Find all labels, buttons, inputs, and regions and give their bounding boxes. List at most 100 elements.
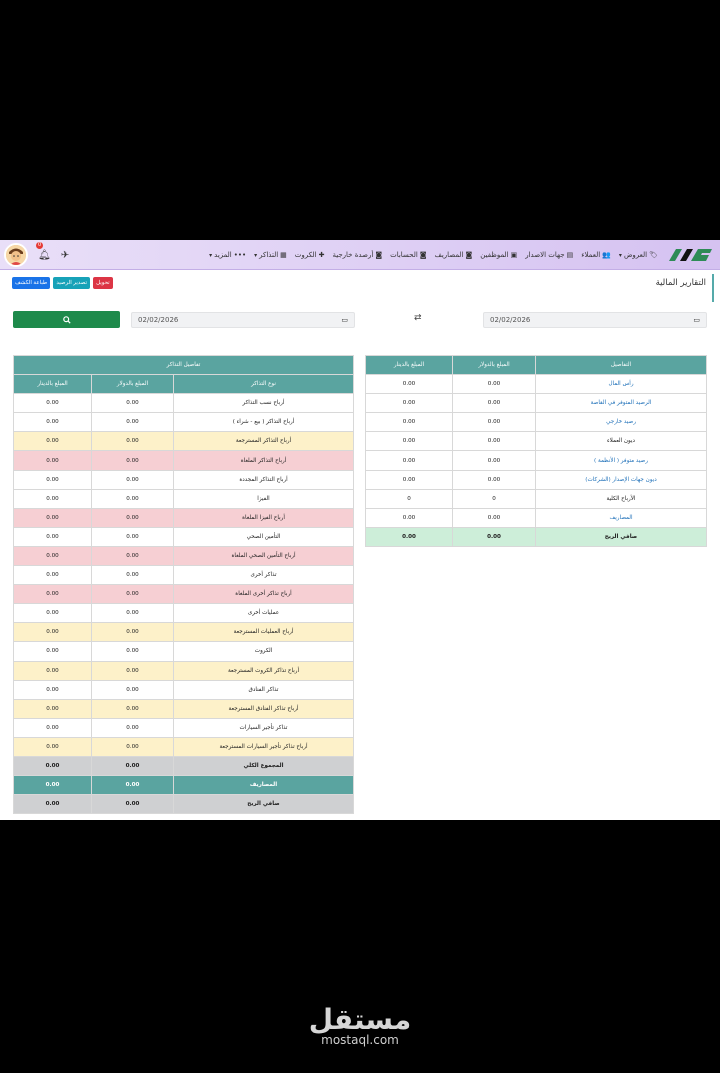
usd-cell: 0.00	[91, 641, 174, 662]
usd-cell: 0.00	[91, 717, 174, 738]
detail-label[interactable]: رأس المال	[535, 374, 707, 395]
nav-item-7[interactable]: ✚ الكروت	[295, 251, 325, 259]
usd-cell: 0.00	[91, 603, 174, 624]
table-row: 0.00 0.00 الرصيد المتوفر في القاصة	[365, 393, 707, 414]
ticket-type-label: أرباح تذاكر الفنادق المسترجعة	[173, 698, 354, 719]
ellipsis-icon: •••	[233, 251, 247, 259]
iqd-cell: 0.00	[13, 526, 92, 547]
table-row: 0.00 0.00 تذاكر أخرى	[13, 565, 354, 586]
company-logo[interactable]	[668, 246, 714, 264]
nav-item-label: الكروت	[294, 251, 317, 259]
col-header-ticket-type: نوع التذاكر	[173, 374, 354, 395]
nav-item-2[interactable]: ▤ جهات الاصدار	[525, 251, 573, 259]
usd-cell: 0.00	[452, 450, 536, 471]
table-row: 0.00 0.00 أرباح تذاكر تأجير السيارات المست…	[13, 736, 354, 757]
notification-badge: 0	[36, 241, 44, 249]
usd-cell: 0.00	[91, 565, 174, 586]
col-header-details: التفاصيل	[535, 354, 707, 376]
date-filter-row: 02/02/2026 ▭ ⇄ 02/02/2026 ▭	[0, 310, 720, 330]
nav-item-0[interactable]: 🏷 العروض ▾	[619, 251, 658, 259]
table-row: 0.00 0.00 أرباح نسب التذاكر	[13, 393, 354, 414]
usd-cell: 0.00	[91, 736, 174, 757]
ticket-type-label: المجموع الكلي	[173, 755, 354, 777]
nav-item-label: أرصدة خارجية	[332, 251, 374, 259]
iqd-cell: 0.00	[13, 488, 92, 509]
watermark-arabic: مستقل	[308, 1003, 412, 1036]
table-row: 0.00 0.00 ديون العملاء	[365, 431, 707, 452]
table-row: 0.00 0.00 عمليات أخرى	[13, 603, 354, 624]
iqd-cell: 0.00	[13, 794, 92, 815]
iqd-cell: 0	[365, 488, 453, 509]
calendar-icon: ▭	[693, 316, 700, 324]
col-header-usd: المبلغ بالدولار	[452, 354, 536, 376]
detail-label: ديون العملاء	[535, 431, 707, 452]
table-row: 0.00 0.00 أرباح التذاكر ( بيع - شراء )	[13, 412, 354, 433]
users-icon: 👥	[602, 251, 611, 259]
date-from-input[interactable]: 02/02/2026 ▭	[483, 312, 707, 328]
table-row: 0.00 0.00 أرباح التذاكر المجددة	[13, 469, 354, 490]
plus-icon: ✚	[318, 251, 325, 259]
ticket-type-label: أرباح تذاكر تأجير السيارات المسترجعة	[173, 736, 354, 757]
airplane-icon[interactable]: ✈︎	[61, 250, 69, 261]
usd-cell: 0.00	[91, 794, 174, 815]
date-to-input[interactable]: 02/02/2026 ▭	[131, 312, 355, 328]
table-row: 0.00 0.00 أرباح الفيزا الملغاة	[13, 507, 354, 528]
ticket-type-label: أرباح الفيزا الملغاة	[173, 507, 354, 528]
usd-cell: 0.00	[91, 393, 174, 414]
detail-label[interactable]: الرصيد المتوفر في القاصة	[535, 393, 707, 414]
usd-cell: 0.00	[91, 660, 174, 681]
table-row: 0.00 0.00 ديون جهات الإصدار (الشركات)	[365, 469, 707, 490]
money-icon: ◙	[465, 251, 473, 259]
ticket-type-label: أرباح التذاكر ( بيع - شراء )	[173, 412, 354, 433]
table-row: 0.00 0.00 أرباح العمليات المسترجعة	[13, 622, 354, 643]
nav-item-4[interactable]: ◙ المصاريف	[435, 251, 473, 259]
total-row: 0.00 0.00 صافي الربح	[365, 526, 707, 547]
ticket-type-label: تذاكر أخرى	[173, 565, 354, 586]
ticket-type-label: أرباح تذاكر الكروت المسترجعة	[173, 660, 354, 681]
tag-icon: 🏷	[649, 251, 658, 259]
export-balance-button[interactable]: تصدير الرصيد	[53, 277, 91, 289]
table-row: 0.00 0.00 المصاريف	[365, 507, 707, 528]
nav-item-8[interactable]: ▦ التذاكر ▾	[254, 251, 287, 259]
search-button[interactable]	[13, 311, 120, 328]
ticket-type-label: عمليات أخرى	[173, 603, 354, 624]
nav-item-label: التذاكر	[259, 251, 279, 259]
ticket-type-label: تذاكر الفنادق	[173, 679, 354, 700]
iqd-cell: 0.00	[13, 660, 92, 681]
page-title: التقارير المالية	[655, 278, 706, 288]
detail-label[interactable]: رصيد متوفر ( الأنظمة )	[535, 450, 707, 471]
table-row: 0.00 0.00 أرباح تذاكر أخرى الملغاة	[13, 584, 354, 605]
notification-bell-icon[interactable]: 🔔︎ 0	[36, 241, 51, 261]
iqd-cell: 0.00	[13, 545, 92, 567]
nav-item-label: الحسابات	[390, 251, 418, 259]
usd-cell: 0.00	[91, 507, 174, 528]
nav-item-label: جهات الاصدار	[525, 251, 565, 259]
transfer-button[interactable]: تحويل	[93, 277, 113, 289]
swap-dates-icon[interactable]: ⇄	[414, 313, 422, 323]
usd-cell: 0.00	[452, 412, 536, 433]
iqd-cell: 0.00	[13, 431, 92, 452]
detail-label[interactable]: رصيد خارجي	[535, 412, 707, 433]
user-avatar[interactable]	[4, 243, 28, 267]
print-statement-button[interactable]: طباعة الكشف	[12, 277, 51, 289]
ticket-type-label: أرباح نسب التذاكر	[173, 393, 354, 414]
detail-label[interactable]: ديون جهات الإصدار (الشركات)	[535, 469, 707, 490]
detail-label: الأرباح الكلية	[535, 488, 707, 509]
nav-item-9[interactable]: ••• المزيد ▾	[209, 251, 246, 259]
detail-label[interactable]: المصاريف	[535, 507, 707, 528]
nav-item-5[interactable]: ◙ الحسابات	[390, 251, 426, 259]
table-row: 0.00 0.00 صافي الربح	[13, 794, 354, 815]
iqd-cell: 0.00	[13, 679, 92, 700]
nav-item-label: المزيد	[214, 251, 232, 259]
app-screen: 🏷 العروض ▾ 👥 العملاء ▤ جهات الاصدار ▣ الموظفين ◙ ا…	[0, 240, 720, 820]
money-icon: ◙	[375, 251, 383, 259]
nav-item-3[interactable]: ▣ الموظفين	[480, 251, 517, 259]
usd-cell: 0.00	[91, 545, 174, 567]
detail-label: صافي الربح	[535, 526, 707, 547]
usd-cell: 0.00	[91, 488, 174, 509]
nav-item-1[interactable]: 👥 العملاء	[581, 251, 611, 259]
ticket-type-label: التأمين الصحي	[173, 526, 354, 547]
table-row: 0.00 0.00 المصاريف	[13, 775, 354, 796]
nav-item-6[interactable]: ◙ أرصدة خارجية	[332, 251, 382, 259]
usd-cell: 0.00	[91, 622, 174, 643]
